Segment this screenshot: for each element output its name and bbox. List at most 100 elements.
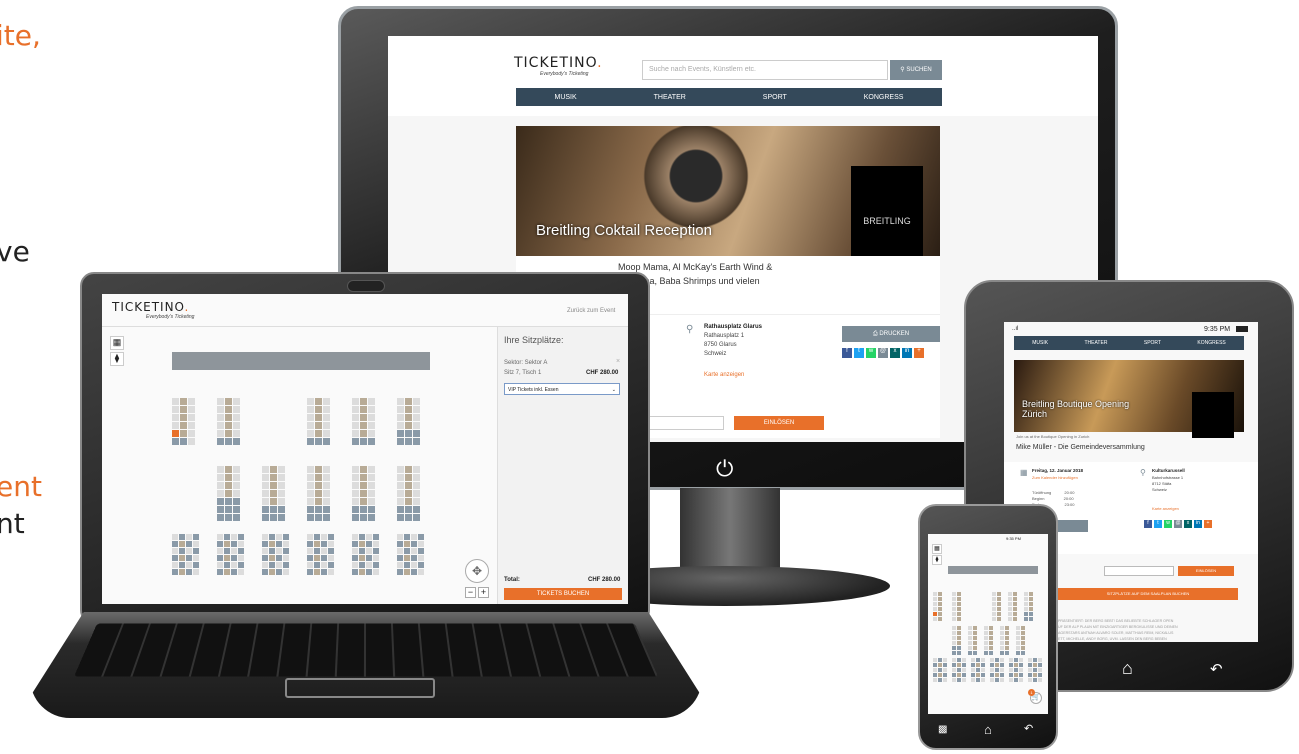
seat[interactable] xyxy=(1024,597,1028,601)
seat[interactable] xyxy=(217,414,224,421)
seat[interactable] xyxy=(397,506,404,513)
seat[interactable] xyxy=(957,617,961,621)
seat[interactable] xyxy=(404,562,410,568)
seat[interactable] xyxy=(188,438,195,445)
seat[interactable] xyxy=(413,514,420,521)
tablet-nav-musik[interactable]: MUSIK xyxy=(1032,340,1048,346)
seat[interactable] xyxy=(276,548,282,554)
seat[interactable] xyxy=(952,678,956,682)
seat[interactable] xyxy=(1029,597,1033,601)
seat[interactable] xyxy=(360,406,367,413)
seat[interactable] xyxy=(1029,602,1033,606)
seat[interactable] xyxy=(323,466,330,473)
seat[interactable] xyxy=(278,482,285,489)
seat[interactable] xyxy=(328,548,334,554)
seat[interactable] xyxy=(973,646,977,650)
seat[interactable] xyxy=(179,569,185,575)
seat[interactable] xyxy=(323,482,330,489)
seat[interactable] xyxy=(307,422,314,429)
seat[interactable] xyxy=(968,636,972,640)
seat[interactable] xyxy=(413,438,420,445)
seat[interactable] xyxy=(352,548,358,554)
seat[interactable] xyxy=(1009,668,1013,672)
seat-map[interactable] xyxy=(102,294,497,604)
seat[interactable] xyxy=(933,673,937,677)
seat[interactable] xyxy=(262,548,268,554)
seat[interactable] xyxy=(359,534,365,540)
seat[interactable] xyxy=(368,398,375,405)
seat[interactable] xyxy=(933,607,937,611)
seat[interactable] xyxy=(938,658,942,662)
seat[interactable] xyxy=(397,541,403,547)
seat[interactable] xyxy=(413,430,420,437)
tablet-map-link[interactable]: Karte anzeigen xyxy=(1152,506,1179,511)
seat[interactable] xyxy=(405,466,412,473)
seat[interactable] xyxy=(262,490,269,497)
seat[interactable] xyxy=(186,548,192,554)
seat[interactable] xyxy=(366,555,372,561)
seat[interactable] xyxy=(992,592,996,596)
seat[interactable] xyxy=(225,474,232,481)
seat[interactable] xyxy=(315,414,322,421)
seat[interactable] xyxy=(217,541,223,547)
seat[interactable] xyxy=(968,651,972,655)
seat[interactable] xyxy=(269,541,275,547)
seat[interactable] xyxy=(1009,673,1013,677)
seat[interactable] xyxy=(952,641,956,645)
seat[interactable] xyxy=(352,406,359,413)
seat[interactable] xyxy=(172,569,178,575)
seat[interactable] xyxy=(397,514,404,521)
seat[interactable] xyxy=(180,438,187,445)
seat[interactable] xyxy=(933,592,937,596)
seat[interactable] xyxy=(1021,646,1025,650)
seat[interactable] xyxy=(995,668,999,672)
seat[interactable] xyxy=(307,474,314,481)
seat[interactable] xyxy=(262,562,268,568)
seat[interactable] xyxy=(352,490,359,497)
seat[interactable] xyxy=(307,466,314,473)
seat[interactable] xyxy=(1005,641,1009,645)
seat[interactable] xyxy=(315,466,322,473)
seat[interactable] xyxy=(360,398,367,405)
seat[interactable] xyxy=(976,658,980,662)
seat[interactable] xyxy=(238,569,244,575)
seat[interactable] xyxy=(186,569,192,575)
seat[interactable] xyxy=(360,514,367,521)
tablet-nav-theater[interactable]: THEATER xyxy=(1084,340,1107,346)
seat[interactable] xyxy=(368,482,375,489)
seat[interactable] xyxy=(957,607,961,611)
seat[interactable] xyxy=(172,438,179,445)
seat[interactable] xyxy=(397,482,404,489)
seat[interactable] xyxy=(368,474,375,481)
seat[interactable] xyxy=(413,498,420,505)
seat[interactable] xyxy=(397,490,404,497)
seat[interactable] xyxy=(1016,636,1020,640)
seat[interactable] xyxy=(193,569,199,575)
seat[interactable] xyxy=(957,602,961,606)
seat[interactable] xyxy=(307,514,314,521)
seat[interactable] xyxy=(323,430,330,437)
seat[interactable] xyxy=(172,541,178,547)
seat[interactable] xyxy=(1009,678,1013,682)
seat[interactable] xyxy=(1013,617,1017,621)
search-button[interactable]: ⚲ SUCHEN xyxy=(890,60,942,80)
seat[interactable] xyxy=(270,490,277,497)
seat[interactable] xyxy=(1028,658,1032,662)
seat[interactable] xyxy=(217,490,224,497)
seat[interactable] xyxy=(373,562,379,568)
seat[interactable] xyxy=(262,482,269,489)
power-icon[interactable]: ⏻ xyxy=(716,456,733,482)
seat[interactable] xyxy=(373,534,379,540)
seat[interactable] xyxy=(321,569,327,575)
tablet-facebook-icon[interactable]: f xyxy=(1144,520,1152,528)
seat[interactable] xyxy=(992,602,996,606)
seat[interactable] xyxy=(1024,612,1028,616)
seat[interactable] xyxy=(269,569,275,575)
seat[interactable] xyxy=(981,678,985,682)
seat[interactable] xyxy=(262,541,268,547)
seat[interactable] xyxy=(976,678,980,682)
seat[interactable] xyxy=(989,626,993,630)
seat[interactable] xyxy=(968,641,972,645)
seat[interactable] xyxy=(1014,678,1018,682)
seat[interactable] xyxy=(1013,592,1017,596)
